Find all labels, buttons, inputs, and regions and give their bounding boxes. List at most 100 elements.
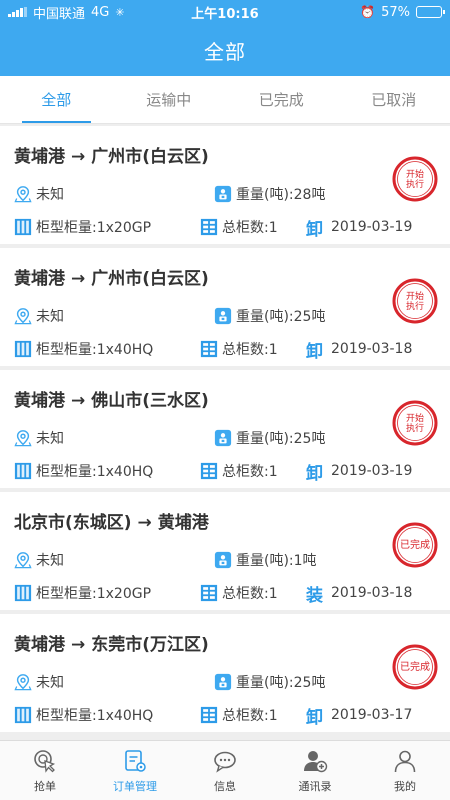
status-stamp-icon: 开始 执行 <box>392 278 438 324</box>
location-value: 未知 <box>36 309 64 325</box>
weight-value: 重量(吨):28吨 <box>236 187 326 203</box>
nav-messages[interactable]: 信息 <box>180 741 270 800</box>
contacts-icon <box>304 750 328 772</box>
container-type-icon <box>14 584 32 602</box>
container-type-icon <box>14 706 32 724</box>
location-icon <box>14 308 32 325</box>
alarm-icon: ⏰ <box>360 5 376 19</box>
location-icon <box>14 430 32 447</box>
container-type-value: 柜型柜量:1x20GP <box>36 220 152 236</box>
nav-label: 我的 <box>394 779 416 793</box>
weight-icon <box>214 673 232 691</box>
load-unload-badge: 装 <box>306 585 323 606</box>
total-containers-icon <box>200 462 218 480</box>
container-type-value: 柜型柜量:1x40HQ <box>36 708 154 724</box>
order-card[interactable]: 黄埔港 → 东莞市(万江区) 未知 重量(吨):25吨 柜型柜量:1x40HQ … <box>0 614 450 732</box>
route-to: 佛山市(三水区) <box>91 391 209 411</box>
container-type-value: 柜型柜量:1x40HQ <box>36 342 154 358</box>
total-containers-value: 总柜数:1 <box>222 464 278 480</box>
route-to: 广州市(白云区) <box>91 147 209 167</box>
svg-text:执行: 执行 <box>406 300 424 312</box>
route-from: 黄埔港 <box>14 635 65 655</box>
location-icon <box>14 552 32 569</box>
order-route: 北京市(东城区) → 黄埔港 <box>14 508 209 533</box>
order-route: 黄埔港 → 广州市(白云区) <box>14 264 209 289</box>
order-card[interactable]: 北京市(东城区) → 黄埔港 未知 重量(吨):1吨 柜型柜量:1x20GP 总… <box>0 492 450 610</box>
route-to: 广州市(白云区) <box>91 269 209 289</box>
svg-text:已完成: 已完成 <box>400 660 430 673</box>
route-from: 黄埔港 <box>14 391 65 411</box>
svg-text:执行: 执行 <box>406 178 424 190</box>
weight-value: 重量(吨):25吨 <box>236 431 326 447</box>
route-to: 黄埔港 <box>157 513 209 533</box>
container-type-icon <box>14 462 32 480</box>
route-arrow: → <box>71 391 86 411</box>
profile-icon <box>394 750 416 772</box>
order-date: 2019-03-17 <box>331 707 413 723</box>
location-icon <box>14 186 32 203</box>
svg-text:开始: 开始 <box>406 290 424 302</box>
order-management-icon <box>125 749 146 772</box>
order-route: 黄埔港 → 东莞市(万江区) <box>14 630 209 655</box>
tab-completed[interactable]: 已完成 <box>225 76 338 123</box>
weight-icon <box>214 185 232 203</box>
nav-label: 信息 <box>214 779 236 793</box>
tab-all[interactable]: 全部 <box>0 76 113 123</box>
load-unload-badge: 卸 <box>306 219 323 240</box>
location-value: 未知 <box>36 431 64 447</box>
container-type-icon <box>14 340 32 358</box>
load-unload-badge: 卸 <box>306 707 323 728</box>
svg-text:已完成: 已完成 <box>400 538 430 551</box>
total-containers-value: 总柜数:1 <box>222 708 278 724</box>
location-icon <box>14 674 32 691</box>
nav-order-management[interactable]: 订单管理 <box>90 741 180 800</box>
container-type-icon <box>14 218 32 236</box>
nav-profile[interactable]: 我的 <box>360 741 450 800</box>
nav-contacts[interactable]: 通讯录 <box>270 741 360 800</box>
total-containers-icon <box>200 340 218 358</box>
nav-grab-order[interactable]: 抢单 <box>0 741 90 800</box>
battery-icon <box>416 6 445 18</box>
container-type-value: 柜型柜量:1x20GP <box>36 586 152 602</box>
page-title: 全部 <box>204 39 246 64</box>
svg-text:开始: 开始 <box>406 168 424 180</box>
load-unload-badge: 卸 <box>306 463 323 484</box>
route-from: 黄埔港 <box>14 269 65 289</box>
weight-value: 重量(吨):1吨 <box>236 553 317 569</box>
battery-percent: 57% <box>381 4 410 20</box>
order-date: 2019-03-19 <box>331 219 413 235</box>
weight-icon <box>214 551 232 569</box>
total-containers-icon <box>200 584 218 602</box>
nav-label: 通讯录 <box>298 779 332 793</box>
bottom-tab-bar: 抢单 订单管理 信息 通讯录 我的 <box>0 740 450 800</box>
carrier-label: 中国联通 <box>33 6 86 22</box>
status-bar: 中国联通 4G ✳ 上午10:16 ⏰ 57% <box>0 0 450 24</box>
order-card[interactable]: 黄埔港 → 广州市(白云区) 未知 重量(吨):28吨 柜型柜量:1x20GP … <box>0 126 450 244</box>
grab-order-icon <box>34 749 56 773</box>
order-date: 2019-03-19 <box>331 463 413 479</box>
status-stamp-icon: 已完成 <box>392 644 438 690</box>
nav-label: 抢单 <box>34 779 56 793</box>
order-date: 2019-03-18 <box>331 341 413 357</box>
status-stamp-icon: 开始 执行 <box>392 400 438 446</box>
total-containers-icon <box>200 218 218 236</box>
order-card[interactable]: 黄埔港 → 佛山市(三水区) 未知 重量(吨):25吨 柜型柜量:1x40HQ … <box>0 370 450 488</box>
tab-cancelled[interactable]: 已取消 <box>338 76 450 123</box>
weight-value: 重量(吨):25吨 <box>236 675 326 691</box>
loading-icon: ✳ <box>115 5 125 19</box>
location-value: 未知 <box>36 675 64 691</box>
weight-icon <box>214 307 232 325</box>
route-arrow: → <box>71 147 86 167</box>
route-arrow: → <box>71 269 86 289</box>
order-card[interactable]: 黄埔港 → 广州市(白云区) 未知 重量(吨):25吨 柜型柜量:1x40HQ … <box>0 248 450 366</box>
route-from: 北京市(东城区) <box>14 513 132 533</box>
total-containers-value: 总柜数:1 <box>222 342 278 358</box>
tab-in-transit[interactable]: 运输中 <box>113 76 226 123</box>
network-label: 4G <box>91 4 110 20</box>
status-stamp-icon: 已完成 <box>392 522 438 568</box>
load-unload-badge: 卸 <box>306 341 323 362</box>
container-type-value: 柜型柜量:1x40HQ <box>36 464 154 480</box>
order-status-tabs: 全部 运输中 已完成 已取消 <box>0 76 450 124</box>
route-arrow: → <box>137 513 152 533</box>
total-containers-icon <box>200 706 218 724</box>
